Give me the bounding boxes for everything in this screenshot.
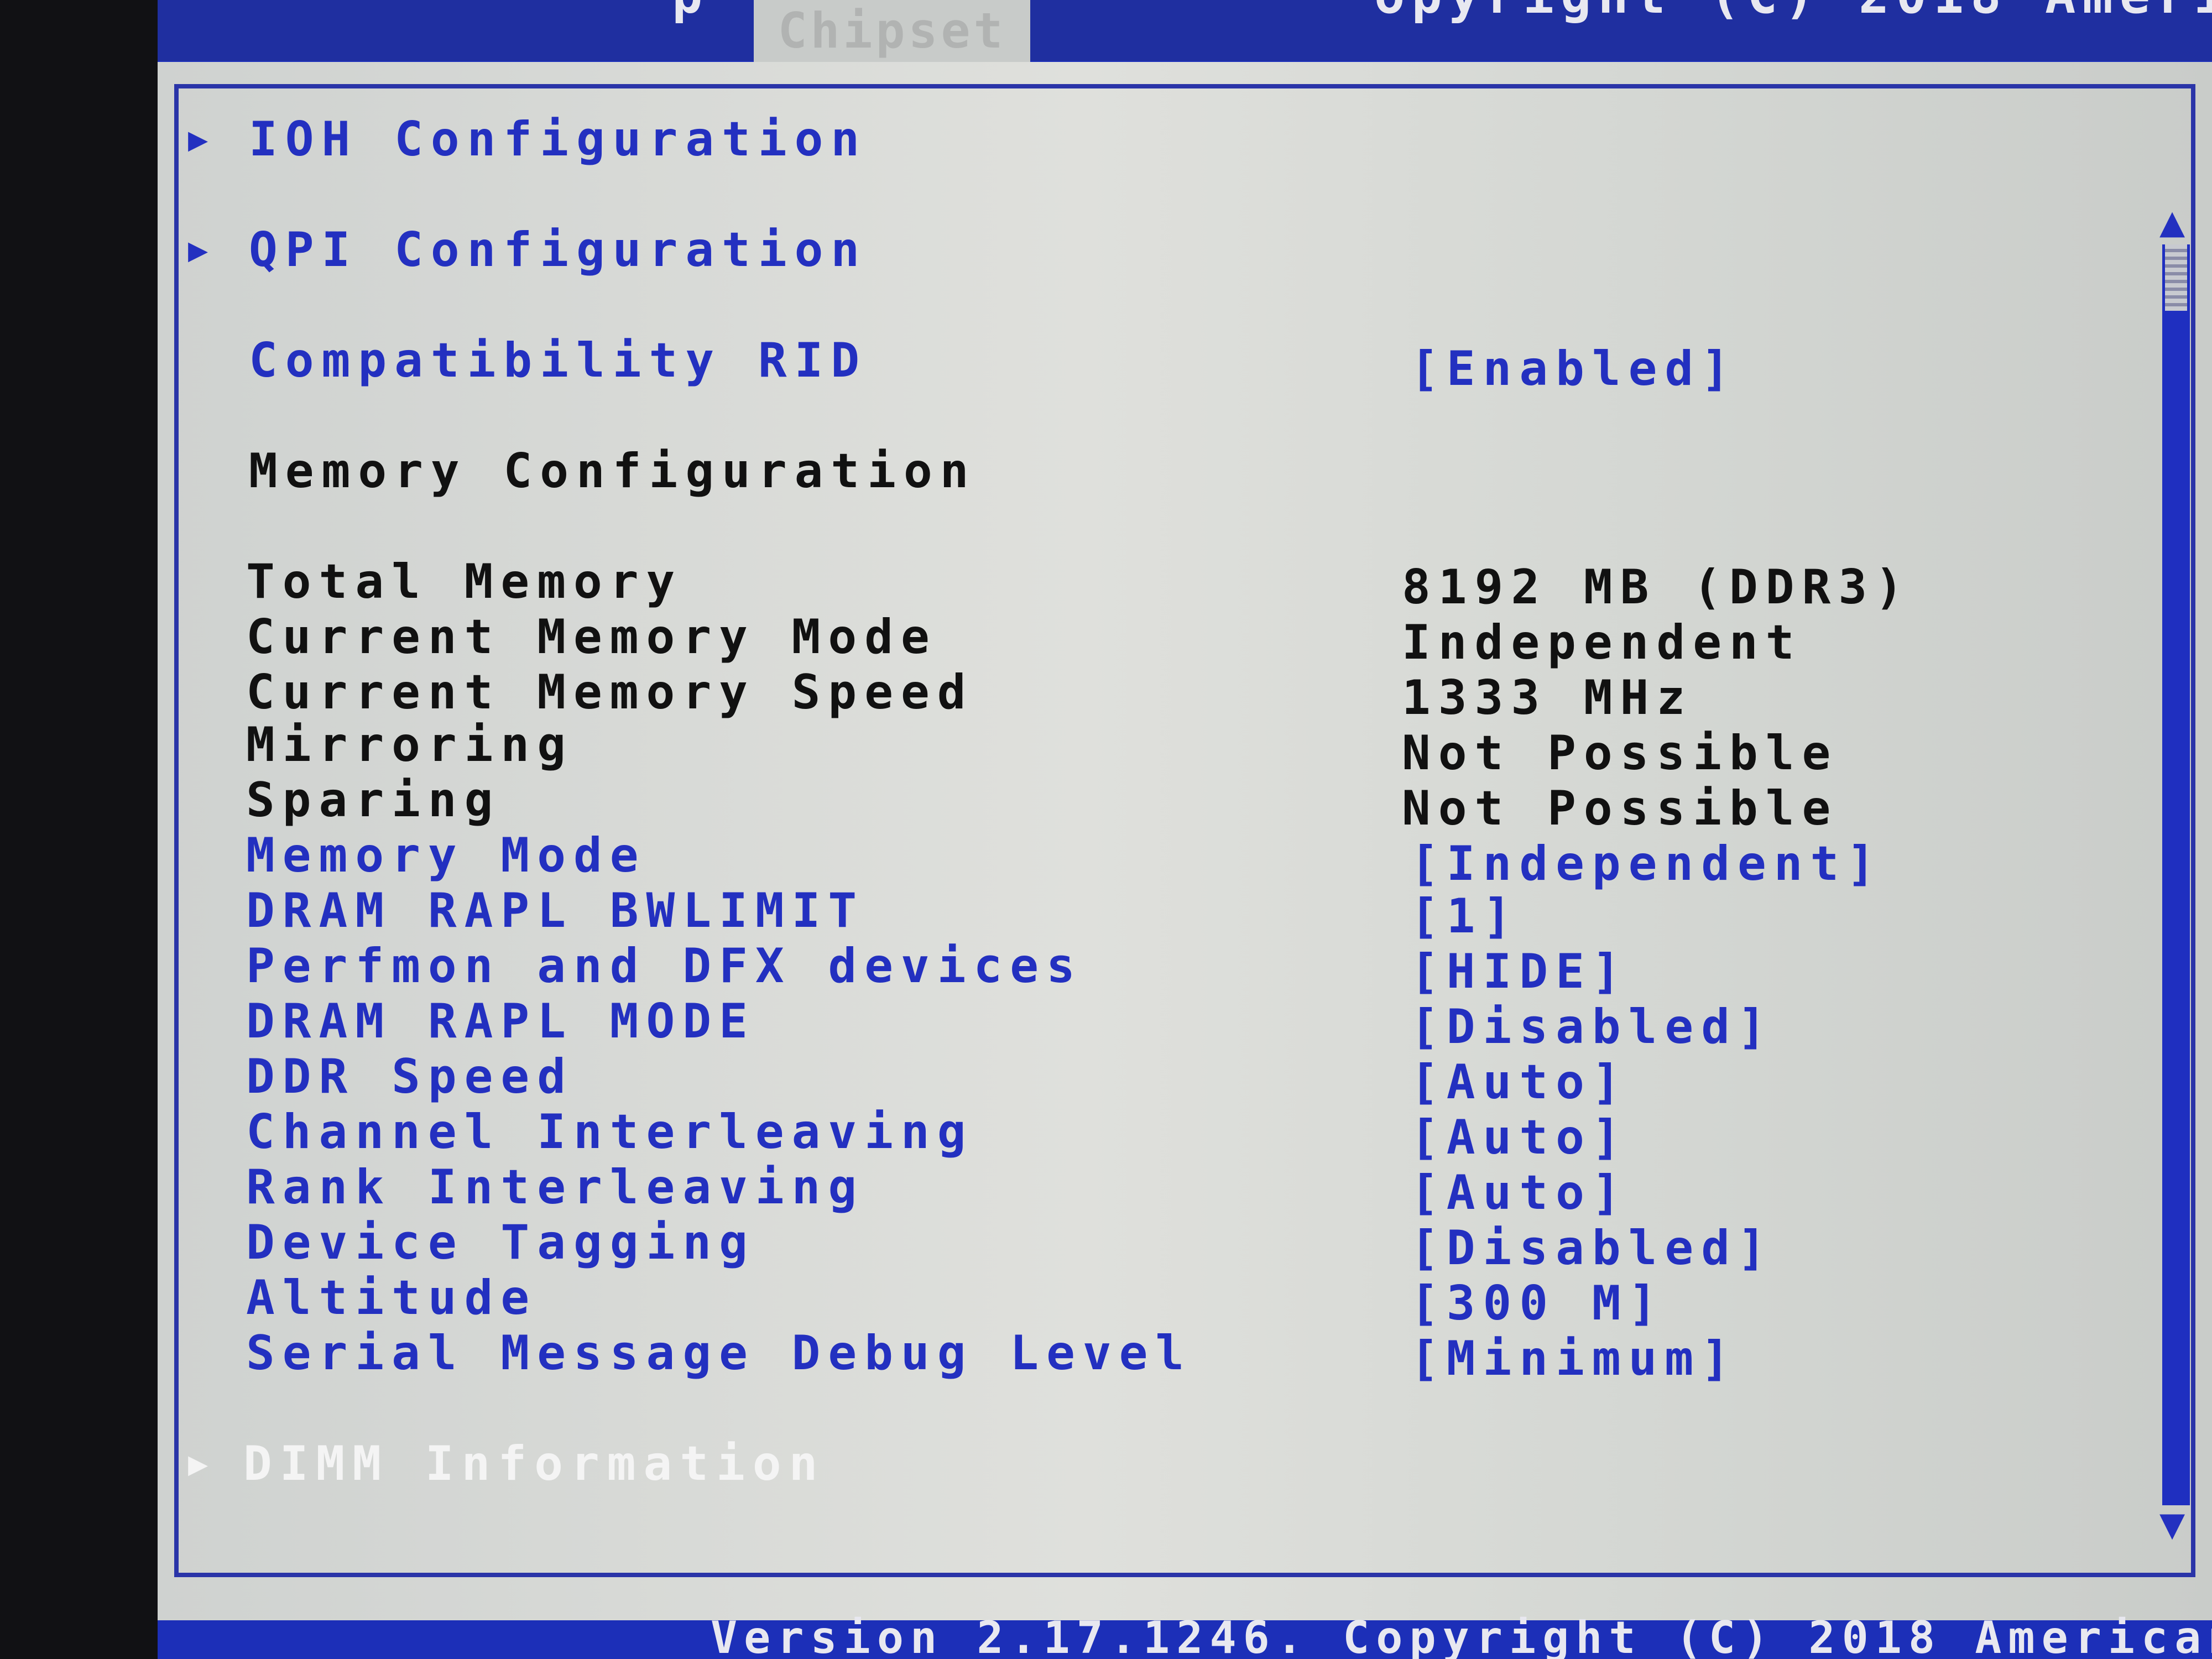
- altitude-label: Altitude: [246, 1270, 538, 1326]
- current-memory-speed-value: 1333 MHz: [1402, 670, 1693, 726]
- version-copyright-text: Version 2.17.1246. Copyright (C) 2018 Am…: [711, 1612, 2212, 1659]
- channel-interleaving-label: Channel Interleaving: [246, 1104, 974, 1160]
- top-menu-fragment: p: [672, 0, 709, 25]
- compatibility-rid-label: Compatibility RID: [249, 333, 868, 388]
- total-memory-label: Total Memory: [246, 554, 683, 609]
- sparing-label: Sparing: [246, 773, 501, 828]
- current-memory-mode-label: Current Memory Mode: [246, 609, 937, 665]
- perfmon-dfx-label: Perfmon and DFX devices: [246, 938, 1083, 994]
- mirroring-value: Not Possible: [1402, 726, 1839, 781]
- dram-rapl-mode-label: DRAM RAPL MODE: [246, 994, 755, 1049]
- serial-debug-level-value[interactable]: [Minimum]: [1410, 1331, 1738, 1386]
- scrollbar-thumb[interactable]: [2165, 244, 2187, 311]
- device-tagging-value[interactable]: [Disabled]: [1410, 1220, 1774, 1276]
- scroll-up-icon[interactable]: ▲: [2159, 203, 2185, 242]
- settings-panel: ▶ IOH Configuration ▶ QPI Configuration …: [158, 62, 2212, 1627]
- dram-rapl-bwlimit-value[interactable]: [1]: [1410, 889, 1519, 944]
- submenu-arrow-icon: ▶: [188, 120, 208, 159]
- channel-interleaving-value[interactable]: [Auto]: [1410, 1110, 1629, 1165]
- rank-interleaving-label: Rank Interleaving: [246, 1160, 865, 1215]
- dram-rapl-bwlimit-label: DRAM RAPL BWLIMIT: [246, 883, 865, 938]
- scroll-down-icon[interactable]: ▼: [2159, 1505, 2185, 1544]
- current-memory-mode-value: Independent: [1402, 615, 1802, 670]
- memory-configuration-heading: Memory Configuration: [249, 444, 977, 499]
- device-tagging-label: Device Tagging: [246, 1215, 755, 1270]
- dimm-information-item[interactable]: DIMM Information: [243, 1436, 825, 1491]
- ddr-speed-label: DDR Speed: [246, 1049, 573, 1104]
- submenu-arrow-icon: ▶: [188, 231, 208, 269]
- altitude-value[interactable]: [300 M]: [1410, 1276, 1665, 1331]
- tab-chipset[interactable]: Chipset: [754, 0, 1030, 62]
- memory-mode-label: Memory Mode: [246, 828, 646, 883]
- serial-debug-level-label: Serial Message Debug Level: [246, 1326, 1192, 1381]
- compatibility-rid-value[interactable]: [Enabled]: [1410, 341, 1738, 397]
- rank-interleaving-value[interactable]: [Auto]: [1410, 1165, 1629, 1220]
- perfmon-dfx-value[interactable]: [HIDE]: [1410, 944, 1629, 999]
- dram-rapl-mode-value[interactable]: [Disabled]: [1410, 999, 1774, 1055]
- ddr-speed-value[interactable]: [Auto]: [1410, 1055, 1629, 1110]
- bios-screen: p opyright (C) 2018 American Chipset ▶ I…: [158, 0, 2212, 1659]
- mirroring-label: Mirroring: [246, 717, 573, 773]
- sparing-value: Not Possible: [1402, 781, 1839, 836]
- current-memory-speed-label: Current Memory Speed: [246, 665, 974, 720]
- submenu-arrow-icon: ▶: [188, 1444, 208, 1483]
- total-memory-value: 8192 MB (DDR3): [1402, 560, 1911, 615]
- top-copyright-fragment: opyright (C) 2018 American: [1374, 0, 2212, 25]
- ioh-configuration-item[interactable]: IOH Configuration: [249, 112, 867, 167]
- memory-mode-value[interactable]: [Independent]: [1410, 836, 1883, 891]
- qpi-configuration-item[interactable]: QPI Configuration: [249, 222, 867, 278]
- scrollbar-track[interactable]: [2162, 244, 2190, 1505]
